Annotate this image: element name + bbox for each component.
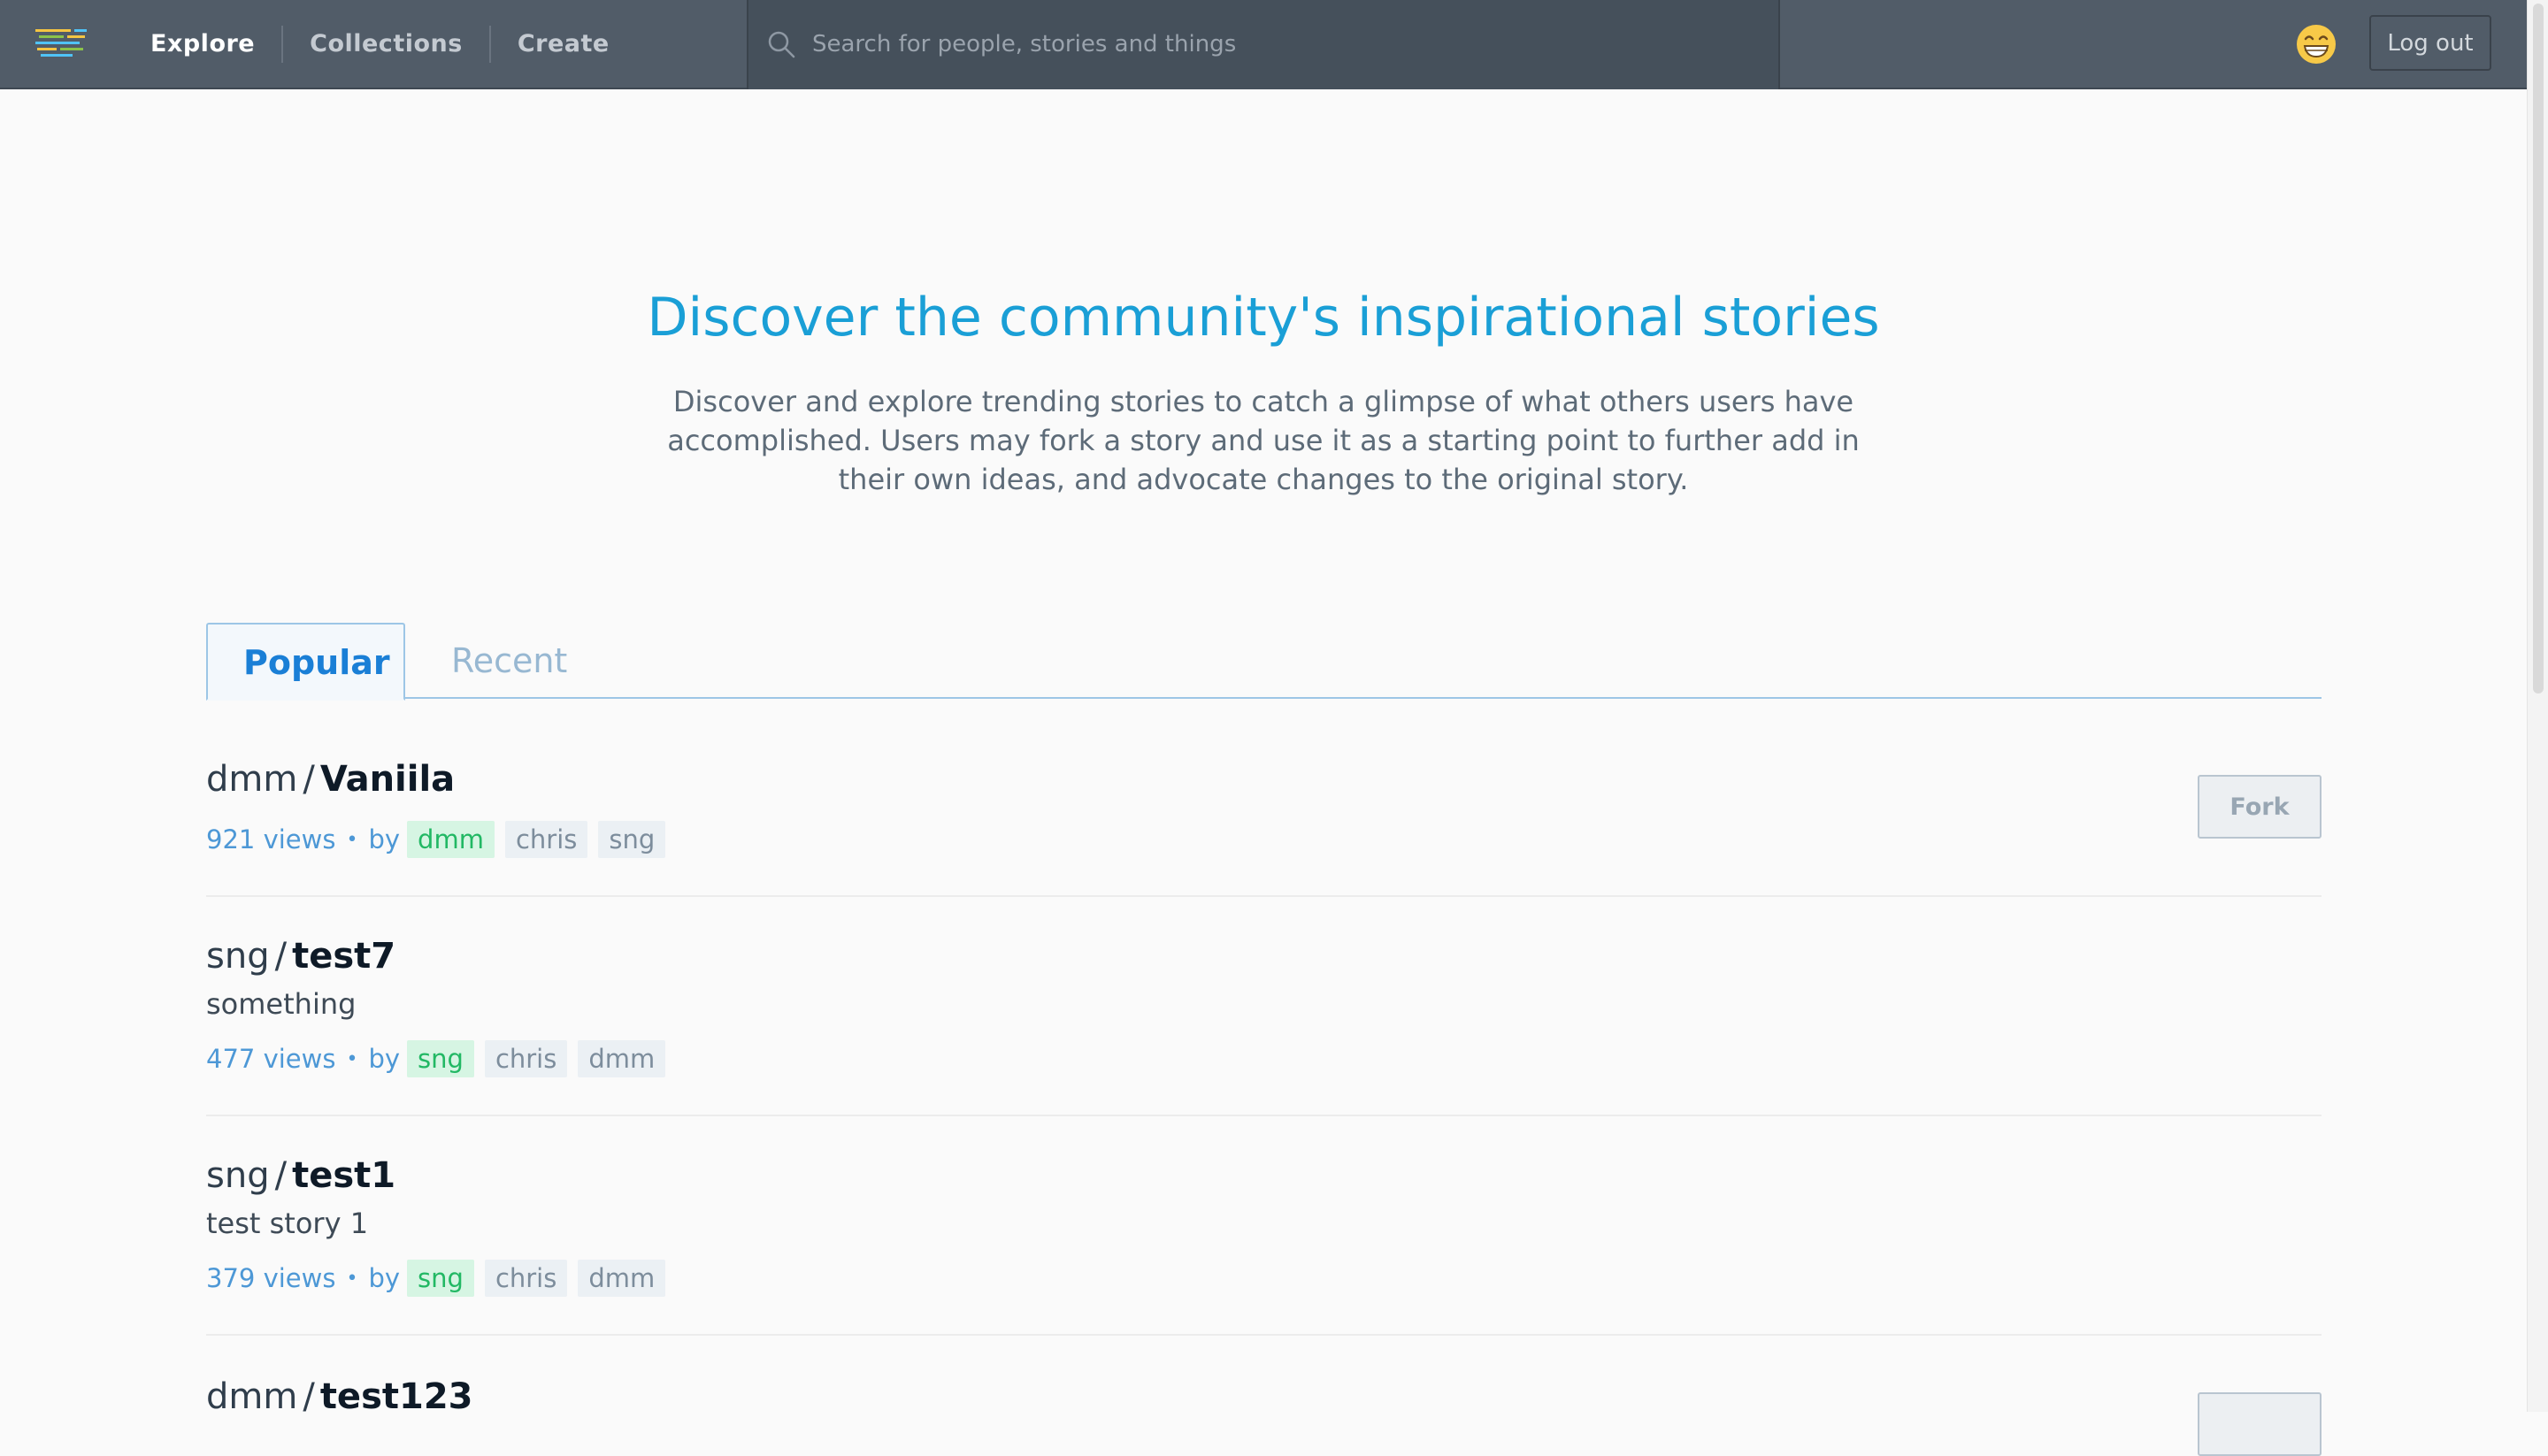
contributor-chip[interactable]: dmm	[578, 1260, 666, 1297]
nav-create[interactable]: Create	[491, 27, 636, 62]
tab-recent[interactable]: Recent	[416, 623, 602, 699]
view-count: 379 views	[206, 1263, 336, 1293]
story-meta: 379 views • by sng chris dmm	[206, 1260, 676, 1297]
story-title[interactable]: dmm / Vaniila	[206, 759, 455, 800]
story-owner[interactable]: dmm	[206, 759, 297, 800]
story-title[interactable]: sng / test1	[206, 1155, 395, 1196]
page-scrollbar[interactable]	[2527, 0, 2548, 1412]
nav-collections[interactable]: Collections	[283, 27, 489, 62]
story-title[interactable]: dmm / test123	[206, 1376, 473, 1417]
search-icon	[768, 31, 795, 58]
story-name[interactable]: Vaniila	[320, 759, 455, 800]
contributor-chip[interactable]: sng	[407, 1260, 474, 1297]
contributor-chip[interactable]: dmm	[578, 1040, 666, 1077]
tab-popular[interactable]: Popular	[206, 623, 405, 701]
contributor-chip[interactable]: chris	[484, 1260, 568, 1297]
meta-separator: •	[346, 1047, 358, 1070]
by-label: by	[368, 824, 401, 854]
story-tabs: Popular Recent	[206, 623, 2322, 701]
story-owner[interactable]: sng	[206, 936, 270, 977]
story-meta: 921 views • by dmm chris sng	[206, 821, 676, 858]
story-name[interactable]: test1	[292, 1155, 395, 1196]
page-title: Discover the community's inspirational s…	[647, 287, 1880, 349]
view-count: 921 views	[206, 824, 336, 854]
story-owner[interactable]: sng	[206, 1155, 270, 1196]
by-label: by	[368, 1044, 401, 1074]
story-description: test story 1	[206, 1207, 369, 1240]
meta-separator: •	[346, 1267, 358, 1290]
story-name[interactable]: test7	[292, 936, 395, 977]
contributor-chip[interactable]: chris	[484, 1040, 568, 1077]
logout-button[interactable]: Log out	[2369, 15, 2491, 71]
top-navigation-bar: Explore Collections Create Log out	[0, 0, 2527, 89]
story-name[interactable]: test123	[320, 1376, 473, 1417]
avatar-emoji-icon[interactable]	[2295, 23, 2337, 65]
scrollbar-thumb[interactable]	[2533, 4, 2544, 694]
page-description: Discover and explore trending stories to…	[667, 385, 1860, 496]
meta-separator: •	[346, 828, 358, 851]
contributor-chip[interactable]: sng	[598, 821, 666, 858]
story-item: dmm / test123	[206, 1376, 2322, 1456]
story-item: dmm / Vaniila 921 views • by dmm chris sng…	[206, 752, 2322, 897]
search-input[interactable]	[810, 18, 1757, 71]
view-count: 477 views	[206, 1044, 336, 1074]
story-description: something	[206, 987, 357, 1021]
fork-button[interactable]	[2198, 1392, 2322, 1456]
contributor-chip[interactable]: dmm	[407, 821, 495, 858]
story-title[interactable]: sng / test7	[206, 936, 395, 977]
story-owner[interactable]: dmm	[206, 1376, 297, 1417]
contributor-chip[interactable]: sng	[407, 1040, 474, 1077]
fork-button[interactable]: Fork	[2198, 775, 2322, 839]
app-logo-icon[interactable]	[35, 29, 88, 57]
contributor-chip[interactable]: chris	[504, 821, 588, 858]
nav-explore[interactable]: Explore	[124, 27, 281, 62]
search-box	[747, 0, 1780, 89]
main-nav: Explore Collections Create	[124, 0, 636, 88]
story-meta: 477 views • by sng chris dmm	[206, 1040, 676, 1077]
story-item: sng / test7 something 477 views • by sng c…	[206, 936, 2322, 1116]
by-label: by	[368, 1263, 401, 1293]
story-item: sng / test1 test story 1 379 views • by sn…	[206, 1155, 2322, 1336]
